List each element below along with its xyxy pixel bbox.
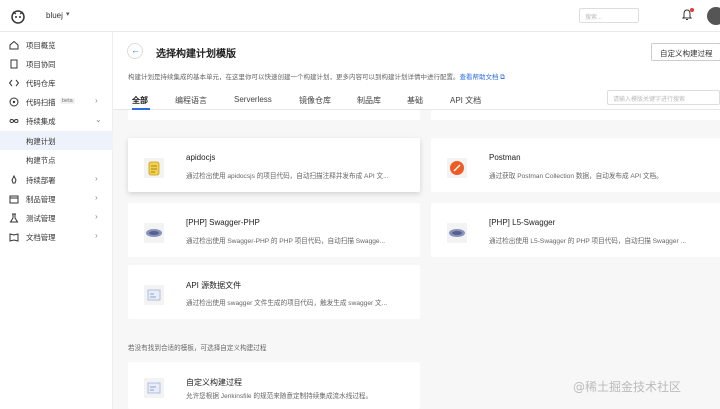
home-icon [9,40,19,50]
tab-all[interactable]: 全部 [132,95,148,106]
sidebar-item-cd[interactable]: 持续部署 › [0,170,113,189]
watermark: @稀土掘金技术社区 [573,380,682,394]
logo-icon[interactable] [10,8,26,24]
template-search-input[interactable]: 请输入模版关键字进行搜索 [607,90,720,105]
doc-icon [10,59,18,69]
chevron-right-icon: › [95,193,98,202]
custom-build-button[interactable]: 自定义构建过程 [651,43,720,61]
sidebar-item-build-plan[interactable]: 构建计划 [0,131,113,150]
sidebar-item-overview[interactable]: 项目概览 [0,35,113,54]
top-bar: bluej ▾ 搜索... [0,0,720,32]
tab-basic[interactable]: 基础 [407,95,423,106]
template-card-partial[interactable] [128,110,420,120]
page-title: 选择构建计划模版 [156,49,236,60]
custom-template-note: 若没有找到合适的模板，可选择自定义构建过程 [128,345,267,352]
external-link-icon: ⧉ [498,74,505,81]
sidebar-item-test[interactable]: 测试管理 › [0,208,113,227]
chevron-down-icon[interactable]: ▾ [66,10,70,18]
chevron-down-icon: ⌄ [95,115,102,124]
template-list: apidocjs 通过检出使用 apidocsjs 的项目代码，自动扫描注释并发… [113,110,720,409]
sidebar-item-scan[interactable]: 代码扫描 beta › [0,92,113,111]
sidebar-item-build-node[interactable]: 构建节点 [0,150,113,169]
tab-image-repo[interactable]: 镜像仓库 [299,95,331,106]
template-card-l5-swagger[interactable]: [PHP] L5-Swagger 通过检出使用 L5-Swagger 的 PHP… [431,203,720,257]
box-icon [9,195,19,204]
sidebar-item-repo[interactable]: 代码仓库 [0,73,113,92]
sidebar-item-docs[interactable]: 文档管理 › [0,227,113,246]
chevron-right-icon: › [95,212,98,221]
beta-badge: beta [60,98,75,104]
php-icon [144,223,164,243]
rocket-icon [11,175,17,184]
sidebar-item-artifacts[interactable]: 制品管理 › [0,189,113,208]
template-card-apidocjs[interactable]: apidocjs 通过检出使用 apidocsjs 的项目代码，自动扫描注释并发… [128,138,420,192]
test-icon [9,213,19,223]
book-icon [9,233,19,242]
template-card-custom-build[interactable]: 自定义构建过程 允许您根据 Jenkinsfile 的规范来随意定制持续集成流水… [128,362,420,409]
avatar[interactable] [707,7,720,25]
template-card-postman[interactable]: Postman 通过获取 Postman Collection 数据，自动发布成… [431,138,720,192]
template-card-api-source-file[interactable]: API 源数据文件 通过检出使用 swagger 文件生成的项目代码，触发生成 … [128,265,420,319]
tab-languages[interactable]: 编程语言 [175,95,207,106]
php-icon [447,223,467,243]
arrow-left-icon: ← [131,45,140,55]
chevron-right-icon: › [95,231,98,240]
sidebar-item-ci[interactable]: 持续集成 ⌄ [0,111,113,130]
sidebar-item-collab[interactable]: 项目协同 [0,54,113,73]
back-button[interactable]: ← [127,43,143,59]
chevron-right-icon: › [95,174,98,183]
tab-api-docs[interactable]: API 文档 [450,95,481,106]
template-card-partial[interactable] [431,110,720,120]
sidebar: 项目概览 项目协同 代码仓库 代码扫描 beta › 持续集成 ⌄ 构建计划 构… [0,32,113,409]
custom-build-icon [144,378,164,398]
project-name[interactable]: bluej [46,11,63,20]
help-doc-link[interactable]: 查看帮助文档 [460,74,499,81]
apidocjs-icon [144,158,164,178]
tab-serverless[interactable]: Serverless [234,95,272,104]
tab-artifact-repo[interactable]: 制品库 [357,95,381,106]
file-icon [144,285,164,305]
page-description: 构建计划是持续集成的基本单元，在这里你可以快速创建一个构建计划，更多内容可以到构… [128,74,505,81]
scan-icon [9,97,19,107]
template-card-swagger-php[interactable]: [PHP] Swagger-PHP 通过检出使用 Swagger-PHP 的 P… [128,203,420,257]
postman-icon [447,158,467,178]
chevron-right-icon: › [95,96,98,105]
notification-dot [690,8,694,12]
infinity-icon [9,119,19,123]
search-input[interactable]: 搜索... [579,8,639,23]
code-icon [9,79,19,87]
